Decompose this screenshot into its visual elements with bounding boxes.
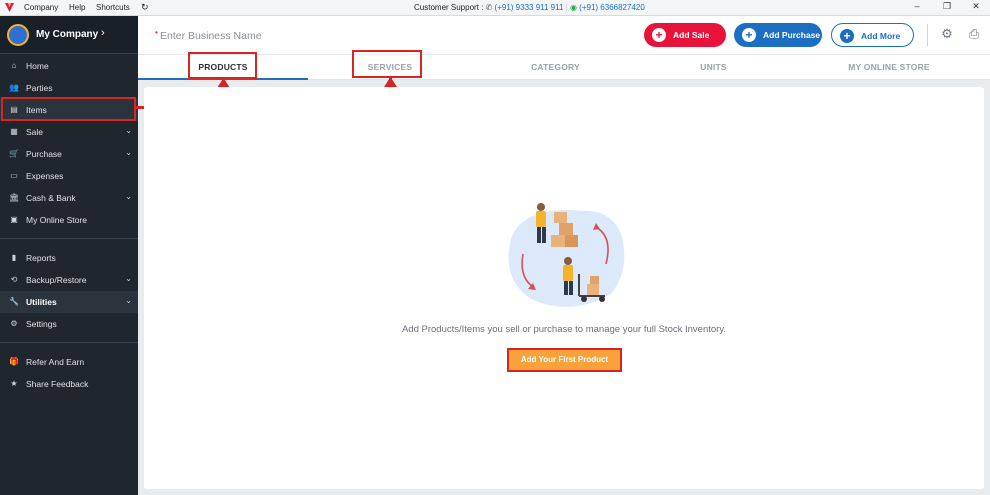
sidebar-divider <box>0 238 138 239</box>
plus-icon: + <box>652 28 666 42</box>
gift-icon: 🎁 <box>9 357 19 366</box>
refresh-icon[interactable]: ↻ <box>141 2 149 13</box>
customer-support: Customer Support : ✆ (+91) 9333 911 911 … <box>414 3 645 12</box>
annotation-highlight-products <box>188 52 257 79</box>
tab-my-online-store[interactable]: MY ONLINE STORE <box>838 62 940 72</box>
chevron-down-icon: ⌄ <box>125 296 132 305</box>
wrench-icon: 🔧 <box>9 297 19 306</box>
company-avatar <box>7 24 29 46</box>
menu-shortcuts[interactable]: Shortcuts <box>96 3 130 12</box>
sidebar-item-label: Home <box>26 61 49 71</box>
sidebar-item-settings[interactable]: ⚙ Settings <box>0 313 138 335</box>
sidebar-item-expenses[interactable]: ▭ Expenses <box>0 165 138 187</box>
header-divider <box>927 24 928 46</box>
plus-icon: + <box>840 29 854 43</box>
sidebar-item-cash-bank[interactable]: 🏛 Cash & Bank ⌄ <box>0 187 138 209</box>
required-marker: • <box>155 28 158 37</box>
support-whatsapp[interactable]: (+91) 6366827420 <box>579 3 645 12</box>
close-icon[interactable]: ✕ <box>969 1 983 12</box>
sidebar-item-label: Refer And Earn <box>26 357 85 367</box>
annotation-highlight-items <box>1 97 136 121</box>
app-logo-icon <box>5 3 14 12</box>
add-sale-button[interactable]: + Add Sale <box>644 23 726 47</box>
backup-icon: ⟲ <box>10 275 18 284</box>
sale-icon: ▦ <box>10 127 18 136</box>
annotation-highlight-services <box>352 50 422 78</box>
business-name-placeholder: Enter Business Name <box>160 30 262 42</box>
star-icon: ★ <box>10 379 18 388</box>
plus-icon: + <box>742 28 756 42</box>
sidebar-item-parties[interactable]: 👥 Parties <box>0 77 138 99</box>
sidebar-item-label: Reports <box>26 253 56 263</box>
menu-help[interactable]: Help <box>69 3 85 12</box>
sidebar-item-home[interactable]: ⌂ Home <box>0 55 138 77</box>
sidebar-item-label: Share Feedback <box>26 379 89 389</box>
main-content: Add Products/Items you sell or purchase … <box>144 87 984 489</box>
sidebar: My Company › ⌂ Home 👥 Parties ▤ Items ▦ … <box>0 16 138 495</box>
inventory-illustration <box>508 203 625 307</box>
sidebar-item-reports[interactable]: ▮ Reports <box>0 247 138 269</box>
empty-state-message: Add Products/Items you sell or purchase … <box>401 324 727 335</box>
phone-icon: ✆ <box>485 3 495 12</box>
sidebar-item-label: Cash & Bank <box>26 193 76 203</box>
sidebar-item-label: Parties <box>26 83 53 93</box>
add-purchase-label: Add Purchase <box>763 30 821 40</box>
chevron-down-icon: ⌄ <box>125 126 132 135</box>
add-purchase-button[interactable]: + Add Purchase <box>734 23 822 47</box>
gear-icon[interactable]: ⚙ <box>940 27 954 41</box>
menu-company[interactable]: Company <box>24 3 58 12</box>
sidebar-item-sale[interactable]: ▦ Sale ⌄ <box>0 121 138 143</box>
sidebar-item-label: My Online Store <box>26 215 87 225</box>
whatsapp-icon: ◉ <box>569 3 580 12</box>
sidebar-item-utilities[interactable]: 🔧 Utilities ⌄ <box>0 291 138 313</box>
gear-icon: ⚙ <box>10 319 18 328</box>
add-more-label: Add More <box>861 31 901 41</box>
sidebar-item-label: Expenses <box>26 171 64 181</box>
bank-icon: 🏛 <box>9 193 20 202</box>
sidebar-item-purchase[interactable]: 🛒 Purchase ⌄ <box>0 143 138 165</box>
home-icon: ⌂ <box>11 61 17 70</box>
sidebar-item-refer-earn[interactable]: 🎁 Refer And Earn <box>0 351 138 373</box>
people-icon: 👥 <box>9 83 19 92</box>
sidebar-item-share-feedback[interactable]: ★ Share Feedback <box>0 373 138 395</box>
minimize-icon[interactable]: – <box>910 1 924 11</box>
header: • Enter Business Name + Add Sale + Add P… <box>138 16 990 54</box>
tab-bar: PRODUCTS SERVICES CATEGORY UNITS MY ONLI… <box>138 54 990 80</box>
sidebar-item-label: Sale <box>26 127 44 137</box>
cart-icon: 🛒 <box>9 149 19 158</box>
printer-icon[interactable]: ⎙ <box>967 27 981 41</box>
chevron-right-icon: › <box>101 27 105 39</box>
chevron-down-icon: ⌄ <box>125 192 132 201</box>
annotation-arrow-up <box>384 77 397 87</box>
add-sale-label: Add Sale <box>673 30 710 40</box>
sidebar-item-label: Purchase <box>26 149 62 159</box>
support-label: Customer Support : <box>414 3 484 12</box>
sidebar-item-backup-restore[interactable]: ⟲ Backup/Restore ⌄ <box>0 269 138 291</box>
store-icon: ▣ <box>10 215 18 224</box>
company-switcher[interactable]: My Company › <box>0 16 138 54</box>
tab-category[interactable]: CATEGORY <box>523 62 588 72</box>
chevron-down-icon: ⌄ <box>125 148 132 157</box>
add-first-product-button[interactable]: Add Your First Product <box>507 348 622 372</box>
company-name: My Company <box>36 29 99 40</box>
business-name-input[interactable]: • Enter Business Name <box>155 28 262 42</box>
sidebar-divider <box>0 342 138 343</box>
sidebar-item-online-store[interactable]: ▣ My Online Store <box>0 209 138 231</box>
expenses-icon: ▭ <box>10 171 18 180</box>
support-phone[interactable]: (+91) 9333 911 911 <box>495 3 564 12</box>
tab-units[interactable]: UNITS <box>686 62 741 72</box>
sidebar-item-label: Backup/Restore <box>26 275 87 285</box>
chevron-down-icon: ⌄ <box>125 274 132 283</box>
sidebar-item-label: Utilities <box>26 297 57 307</box>
sidebar-item-label: Settings <box>26 319 57 329</box>
restore-icon[interactable]: ❐ <box>940 1 954 12</box>
add-more-button[interactable]: + Add More <box>831 23 914 47</box>
menubar: Company Help Shortcuts ↻ Customer Suppor… <box>0 0 990 16</box>
chart-icon: ▮ <box>11 253 17 262</box>
